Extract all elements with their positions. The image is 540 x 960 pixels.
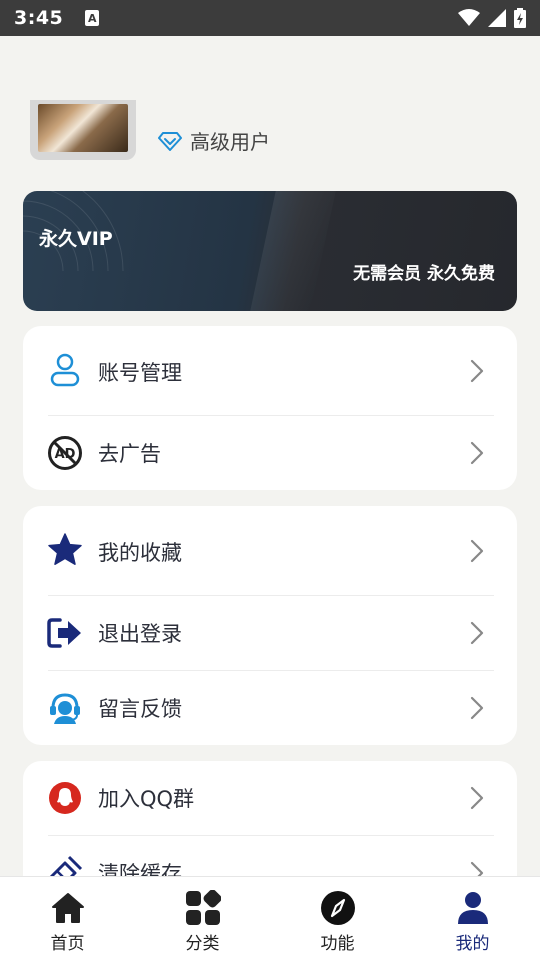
vip-title: 永久VIP bbox=[39, 228, 113, 250]
no-ad-icon: AD bbox=[47, 435, 83, 471]
menu-card-user: 我的收藏 退出登录 留言反馈 bbox=[23, 506, 517, 745]
signal-icon bbox=[488, 9, 506, 27]
menu-item-favorites[interactable]: 我的收藏 bbox=[23, 506, 517, 595]
nav-functions[interactable]: 功能 bbox=[270, 877, 405, 960]
menu-item-label: 退出登录 bbox=[98, 622, 182, 646]
nav-category[interactable]: 分类 bbox=[135, 877, 270, 960]
vip-shine bbox=[250, 191, 336, 311]
category-icon bbox=[184, 889, 222, 927]
wifi-icon bbox=[458, 9, 480, 26]
status-time: 3:45 bbox=[14, 7, 64, 29]
support-icon bbox=[47, 690, 83, 726]
menu-item-label: 加入QQ群 bbox=[98, 787, 195, 811]
compass-icon bbox=[319, 889, 357, 927]
bottom-nav: 首页 分类 功能 我的 bbox=[0, 876, 540, 960]
nav-mine-label: 我的 bbox=[455, 934, 490, 954]
vip-subtitle: 无需会员 永久免费 bbox=[353, 264, 495, 284]
star-icon bbox=[47, 532, 83, 568]
menu-item-join-qq[interactable]: 加入QQ群 bbox=[23, 761, 517, 835]
battery-icon bbox=[514, 8, 526, 28]
chevron-right-icon bbox=[470, 539, 484, 563]
menu-item-label: 我的收藏 bbox=[98, 541, 182, 565]
chevron-right-icon bbox=[470, 696, 484, 720]
menu-item-remove-ads[interactable]: AD 去广告 bbox=[23, 416, 517, 490]
nav-home[interactable]: 首页 bbox=[0, 877, 135, 960]
nav-functions-label: 功能 bbox=[320, 934, 355, 954]
keyboard-a-icon: A bbox=[85, 10, 100, 26]
user-icon bbox=[47, 352, 83, 388]
user-level-label: 高级用户 bbox=[190, 130, 270, 154]
qq-icon bbox=[47, 780, 83, 816]
chevron-right-icon bbox=[470, 441, 484, 465]
nav-home-label: 首页 bbox=[50, 934, 85, 954]
status-bar: 3:45 A bbox=[0, 0, 540, 36]
nav-category-label: 分类 bbox=[185, 934, 220, 954]
profile-icon bbox=[454, 889, 492, 927]
menu-item-feedback[interactable]: 留言反馈 bbox=[23, 671, 517, 745]
menu-card-account: 账号管理 AD 去广告 bbox=[23, 326, 517, 490]
vip-card[interactable]: 永久VIP 无需会员 永久免费 bbox=[23, 191, 517, 311]
logout-icon bbox=[47, 615, 83, 651]
chevron-right-icon bbox=[470, 621, 484, 645]
menu-item-account[interactable]: 账号管理 bbox=[23, 326, 517, 415]
status-indicators bbox=[458, 8, 526, 28]
avatar[interactable] bbox=[30, 100, 136, 160]
user-level: 高级用户 bbox=[158, 126, 270, 155]
menu-item-label: 去广告 bbox=[98, 442, 161, 466]
diamond-icon bbox=[158, 131, 182, 151]
menu-item-label: 留言反馈 bbox=[98, 697, 182, 721]
avatar-photo bbox=[38, 104, 128, 152]
menu-item-label: 账号管理 bbox=[98, 361, 182, 385]
chevron-right-icon bbox=[470, 786, 484, 810]
nav-mine[interactable]: 我的 bbox=[405, 877, 540, 960]
menu-item-logout[interactable]: 退出登录 bbox=[23, 596, 517, 670]
chevron-right-icon bbox=[470, 359, 484, 383]
home-icon bbox=[49, 889, 87, 927]
